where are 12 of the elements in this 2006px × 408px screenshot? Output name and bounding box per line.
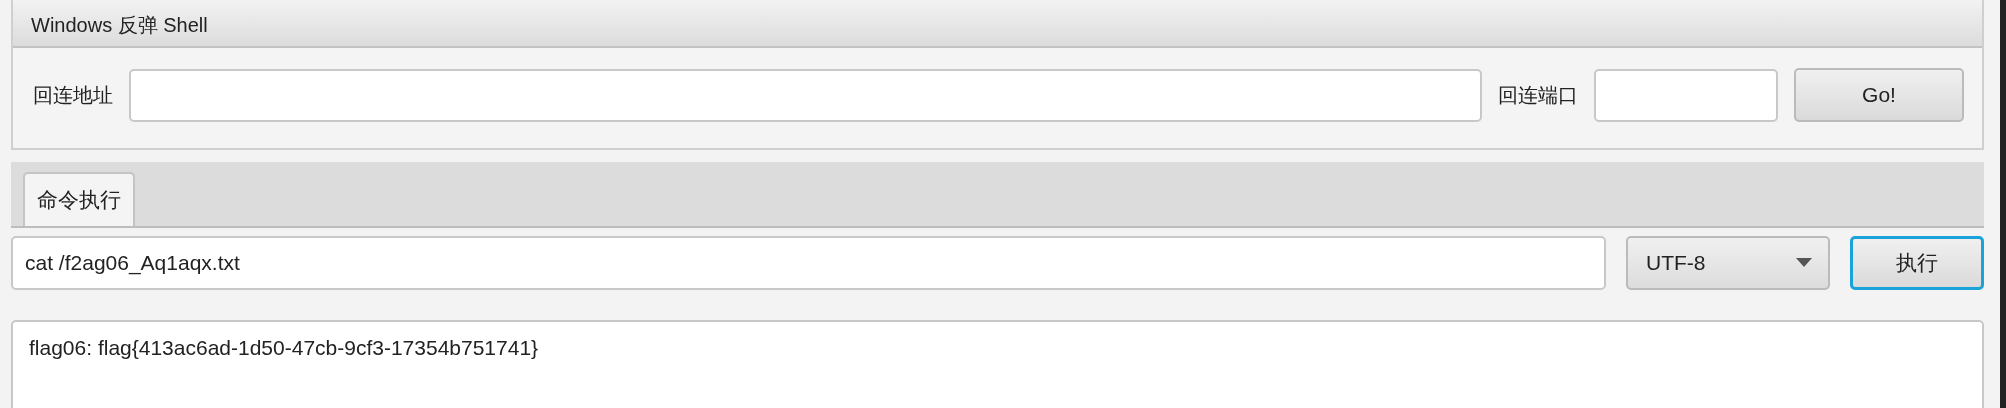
encoding-dropdown[interactable]: UTF-8: [1626, 236, 1830, 290]
address-field[interactable]: [129, 68, 1482, 122]
tab[interactable]: 命令执行: [23, 172, 135, 226]
run-button[interactable]: 执行: [1850, 236, 1984, 290]
port-field[interactable]: [1594, 68, 1778, 122]
command-field[interactable]: cat /f2ag06_Aq1aqx.txt: [11, 236, 1606, 290]
dropdown-caret-icon: [1796, 258, 1812, 268]
address-label: 回连地址: [33, 82, 113, 108]
go-button[interactable]: Go!: [1794, 68, 1964, 122]
panel-title: Windows 反弹 Shell: [13, 0, 1982, 48]
output-area[interactable]: flag06: flag{413ac6ad-1d50-47cb-9cf3-17354b751741}: [11, 320, 1984, 408]
port-label: 回连端口: [1498, 82, 1578, 108]
